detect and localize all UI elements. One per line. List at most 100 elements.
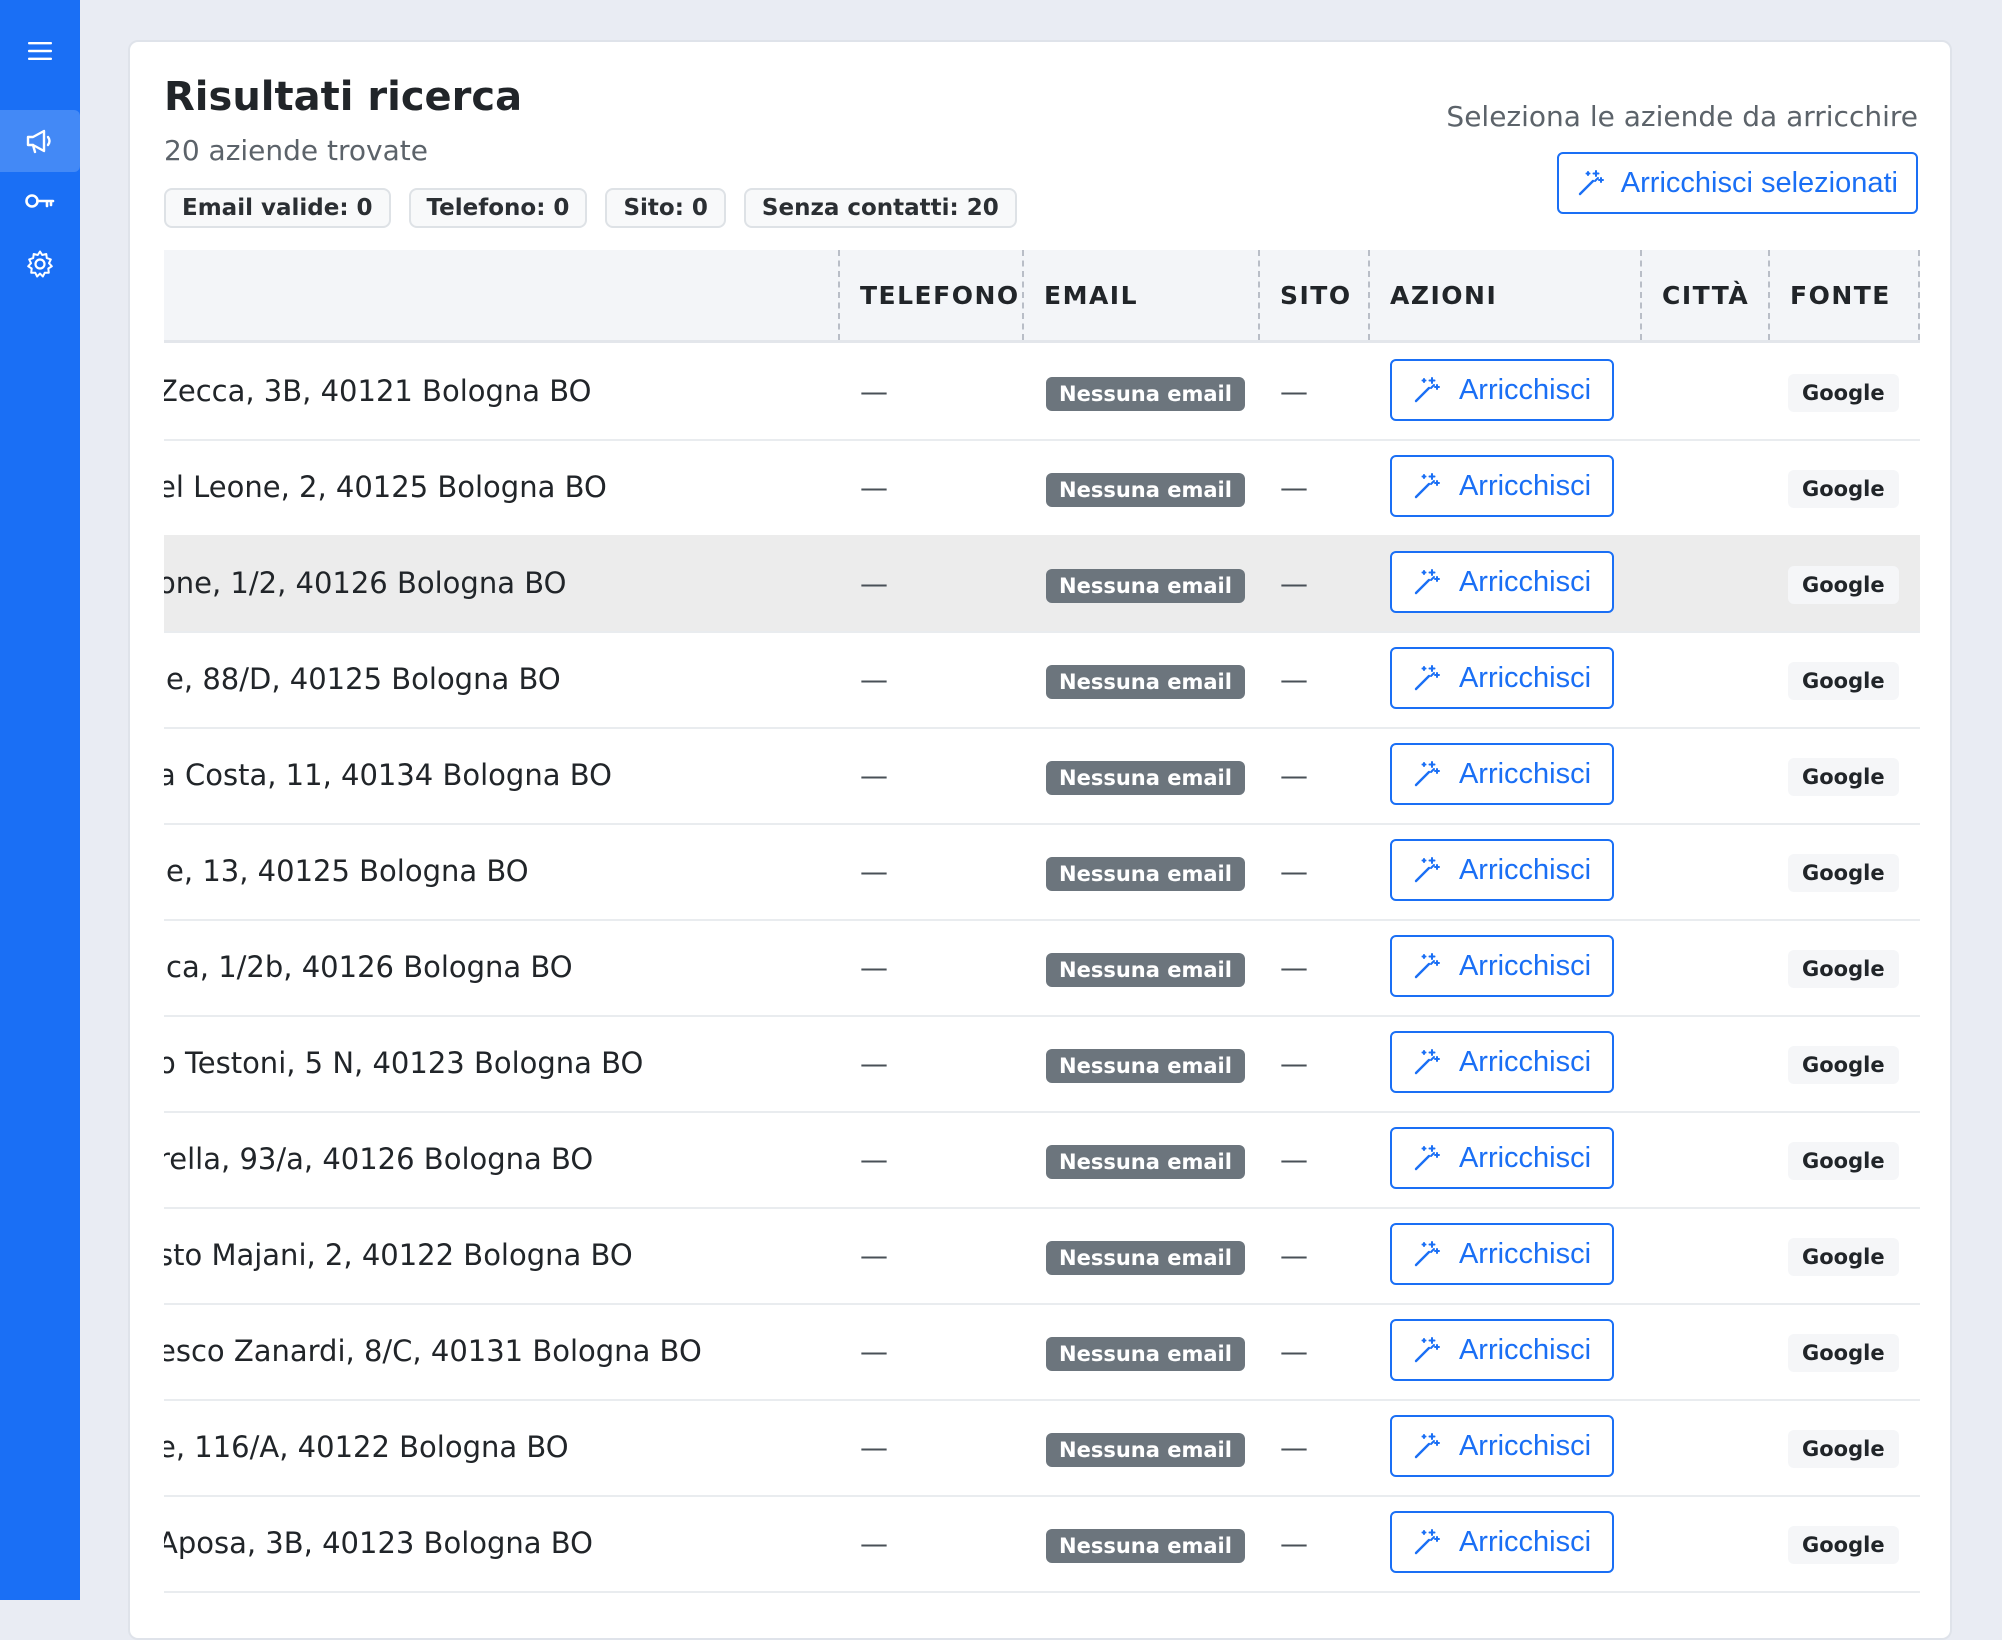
source-badge: Google: [1788, 758, 1899, 796]
enrich-button[interactable]: Arricchisci: [1390, 935, 1614, 997]
magic-wand-icon: [1414, 761, 1440, 787]
phone-cell: —: [860, 1334, 888, 1368]
email-status-badge: Nessuna email: [1046, 1241, 1245, 1275]
table-row[interactable]: rella, 93/a, 40126 Bologna BO — Nessuna em…: [164, 1111, 1920, 1209]
phone-cell: —: [860, 1046, 888, 1080]
site-cell: —: [1280, 374, 1308, 408]
column-header-email[interactable]: EMAIL: [1022, 250, 1258, 340]
source-badge: Google: [1788, 1334, 1899, 1372]
table-row[interactable]: e, 116/A, 40122 Bologna BO — Nessuna email…: [164, 1399, 1920, 1497]
magic-wand-icon: [1414, 377, 1440, 403]
key-icon: [25, 194, 55, 208]
enrich-button-label: Arricchisci: [1458, 1237, 1592, 1270]
email-status-badge: Nessuna email: [1046, 857, 1245, 891]
sidebar-item-settings[interactable]: [0, 233, 80, 295]
table-row[interactable]: a Costa, 11, 40134 Bologna BO — Nessuna em…: [164, 727, 1920, 825]
enrich-button-label: Arricchisci: [1458, 1045, 1592, 1078]
email-status-badge: Nessuna email: [1046, 1529, 1245, 1563]
address-cell: le, 88/D, 40125 Bologna BO: [164, 662, 561, 696]
enrich-button[interactable]: Arricchisci: [1390, 1223, 1614, 1285]
table-row[interactable]: ica, 1/2b, 40126 Bologna BO — Nessuna emai…: [164, 919, 1920, 1017]
enrich-button-label: Arricchisci: [1458, 1429, 1592, 1462]
magic-wand-icon: [1414, 569, 1440, 595]
enrich-button[interactable]: Arricchisci: [1390, 455, 1614, 517]
phone-cell: —: [860, 1526, 888, 1560]
site-cell: —: [1280, 566, 1308, 600]
enrich-button[interactable]: Arricchisci: [1390, 1127, 1614, 1189]
magic-wand-icon: [1414, 953, 1440, 979]
source-badge: Google: [1788, 1046, 1899, 1084]
phone-cell: —: [860, 950, 888, 984]
enrich-button[interactable]: Arricchisci: [1390, 1511, 1614, 1573]
enrich-button[interactable]: Arricchisci: [1390, 839, 1614, 901]
email-status-badge: Nessuna email: [1046, 1337, 1245, 1371]
source-badge: Google: [1788, 854, 1899, 892]
table-row[interactable]: Aposa, 3B, 40123 Bologna BO — Nessuna emai…: [164, 1495, 1920, 1593]
email-status-badge: Nessuna email: [1046, 569, 1245, 603]
column-header-source[interactable]: FONTE: [1768, 250, 1920, 340]
megaphone-icon: [26, 129, 51, 154]
select-hint: Seleziona le aziende da arricchire: [1446, 100, 1918, 133]
results-count: 20 aziende trovate: [164, 134, 428, 167]
table-row[interactable]: el Leone, 2, 40125 Bologna BO — Nessuna em…: [164, 439, 1920, 537]
enrich-button[interactable]: Arricchisci: [1390, 1319, 1614, 1381]
magic-wand-icon: [1414, 857, 1440, 883]
enrich-button-label: Arricchisci: [1458, 853, 1592, 886]
phone-cell: —: [860, 470, 888, 504]
hamburger-menu-icon: [28, 42, 52, 60]
enrich-selected-button[interactable]: Arricchisci selezionati: [1556, 152, 1918, 214]
table-row[interactable]: o Testoni, 5 N, 40123 Bologna BO — Nessuna…: [164, 1015, 1920, 1113]
table-row[interactable]: one, 1/2, 40126 Bologna BO — Nessuna email…: [164, 535, 1920, 633]
site-cell: —: [1280, 1334, 1308, 1368]
source-badge: Google: [1788, 566, 1899, 604]
email-status-badge: Nessuna email: [1046, 1433, 1245, 1467]
sidebar: [0, 0, 80, 1600]
column-header-phone[interactable]: TELEFONO: [838, 250, 1022, 340]
table-row[interactable]: Zecca, 3B, 40121 Bologna BO — Nessuna emai…: [164, 343, 1920, 441]
address-cell: sto Majani, 2, 40122 Bologna BO: [164, 1238, 633, 1272]
table-row[interactable]: sto Majani, 2, 40122 Bologna BO — Nessuna …: [164, 1207, 1920, 1305]
email-status-badge: Nessuna email: [1046, 665, 1245, 699]
table-row[interactable]: esco Zanardi, 8/C, 40131 Bologna BO — Ness…: [164, 1303, 1920, 1401]
sidebar-item-campaigns[interactable]: [0, 110, 80, 172]
source-badge: Google: [1788, 662, 1899, 700]
phone-cell: —: [860, 662, 888, 696]
phone-cell: —: [860, 1142, 888, 1176]
enrich-button[interactable]: Arricchisci: [1390, 743, 1614, 805]
enrich-button[interactable]: Arricchisci: [1390, 551, 1614, 613]
source-badge: Google: [1788, 1238, 1899, 1276]
enrich-button-label: Arricchisci: [1458, 1141, 1592, 1174]
source-badge: Google: [1788, 1142, 1899, 1180]
menu-toggle-button[interactable]: [0, 20, 80, 82]
address-cell: a Costa, 11, 40134 Bologna BO: [164, 758, 612, 792]
address-cell: one, 1/2, 40126 Bologna BO: [164, 566, 567, 600]
address-cell: le, 13, 40125 Bologna BO: [164, 854, 529, 888]
table-row[interactable]: le, 88/D, 40125 Bologna BO — Nessuna email…: [164, 631, 1920, 729]
enrich-button-label: Arricchisci: [1458, 469, 1592, 502]
site-cell: —: [1280, 1238, 1308, 1272]
phone-cell: —: [860, 1430, 888, 1464]
enrich-button-label: Arricchisci: [1458, 1333, 1592, 1366]
site-cell: —: [1280, 1526, 1308, 1560]
site-cell: —: [1280, 1046, 1308, 1080]
site-cell: —: [1280, 662, 1308, 696]
enrich-button[interactable]: Arricchisci: [1390, 359, 1614, 421]
site-cell: —: [1280, 470, 1308, 504]
magic-wand-icon: [1414, 473, 1440, 499]
enrich-button[interactable]: Arricchisci: [1390, 647, 1614, 709]
enrich-button-label: Arricchisci: [1458, 565, 1592, 598]
magic-wand-icon: [1414, 1337, 1440, 1363]
email-status-badge: Nessuna email: [1046, 1049, 1245, 1083]
column-header-city[interactable]: CITTÀ: [1640, 250, 1768, 340]
magic-wand-icon: [1414, 1049, 1440, 1075]
column-header-site[interactable]: SITO: [1258, 250, 1368, 340]
magic-wand-icon: [1414, 1529, 1440, 1555]
address-cell: esco Zanardi, 8/C, 40131 Bologna BO: [164, 1334, 702, 1368]
site-cell: —: [1280, 854, 1308, 888]
email-status-badge: Nessuna email: [1046, 1145, 1245, 1179]
table-row[interactable]: le, 13, 40125 Bologna BO — Nessuna email — A…: [164, 823, 1920, 921]
enrich-button[interactable]: Arricchisci: [1390, 1415, 1614, 1477]
enrich-button-label: Arricchisci: [1458, 949, 1592, 982]
enrich-button[interactable]: Arricchisci: [1390, 1031, 1614, 1093]
sidebar-item-keys[interactable]: [0, 170, 80, 232]
